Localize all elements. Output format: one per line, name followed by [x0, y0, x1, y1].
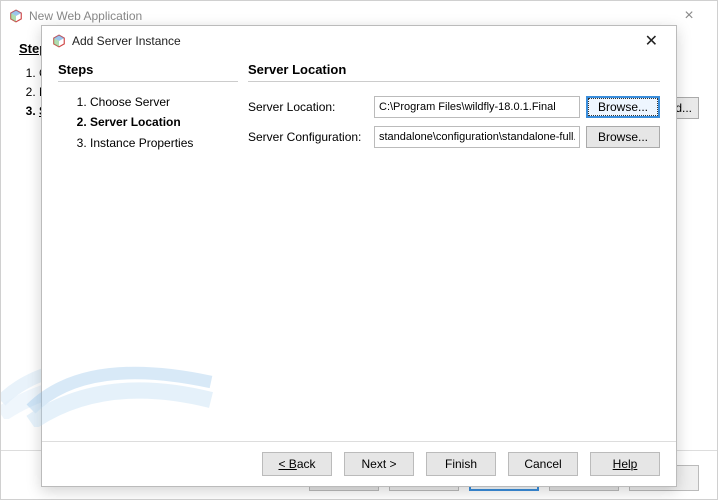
- step-server-location: Server Location: [90, 112, 238, 132]
- app-hex-icon: [9, 9, 23, 23]
- decorative-swoosh: [26, 337, 216, 427]
- wizard-steps-panel: Steps Choose Server Server Location Inst…: [58, 62, 248, 441]
- step-choose-server: Choose Server: [90, 92, 238, 112]
- server-configuration-row: Server Configuration: Browse...: [248, 126, 660, 148]
- section-heading: Server Location: [248, 62, 660, 82]
- step-instance-properties: Instance Properties: [90, 133, 238, 153]
- server-location-input[interactable]: [374, 96, 580, 118]
- wizard-form-panel: Server Location Server Location: Browse.…: [248, 62, 660, 441]
- inner-titlebar: Add Server Instance ✕: [42, 26, 676, 56]
- inner-title: Add Server Instance: [72, 34, 181, 48]
- cancel-button[interactable]: Cancel: [508, 452, 578, 476]
- outer-title: New Web Application: [29, 9, 142, 23]
- back-button[interactable]: < Back: [262, 452, 332, 476]
- server-configuration-input[interactable]: [374, 126, 580, 148]
- app-hex-icon: [52, 34, 66, 48]
- server-location-browse-button[interactable]: Browse...: [586, 96, 660, 118]
- steps-heading: Steps: [58, 62, 238, 82]
- help-button[interactable]: Help: [590, 452, 660, 476]
- server-location-label: Server Location:: [248, 100, 368, 114]
- server-configuration-label: Server Configuration:: [248, 130, 368, 144]
- server-location-row: Server Location: Browse...: [248, 96, 660, 118]
- outer-close-icon[interactable]: ×: [669, 7, 709, 25]
- server-configuration-browse-button[interactable]: Browse...: [586, 126, 660, 148]
- finish-button[interactable]: Finish: [426, 452, 496, 476]
- add-server-instance-dialog: Add Server Instance ✕ Steps Choose Serve…: [41, 25, 677, 487]
- inner-content: Steps Choose Server Server Location Inst…: [42, 56, 676, 441]
- next-button[interactable]: Next >: [344, 452, 414, 476]
- close-icon[interactable]: ✕: [637, 29, 666, 53]
- steps-list: Choose Server Server Location Instance P…: [58, 92, 238, 153]
- inner-button-row: < Back Next > Finish Cancel Help: [42, 441, 676, 486]
